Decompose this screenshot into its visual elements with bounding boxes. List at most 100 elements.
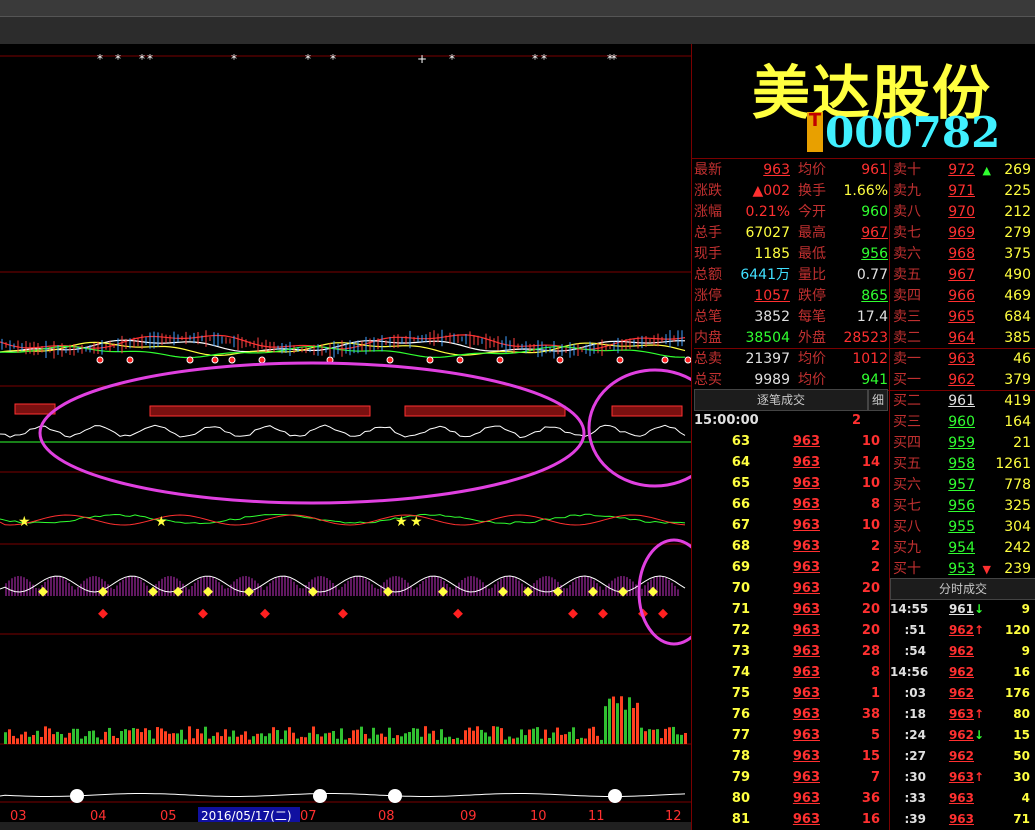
minute-row: :24 962 ↓ 15 [890, 725, 1034, 746]
star-icon: ★ [18, 514, 31, 530]
volume-bar [184, 739, 187, 744]
volume-bar [656, 729, 659, 744]
order-book-row[interactable]: 卖八 970 212 [893, 202, 1033, 223]
quote-label: 涨停 [694, 288, 722, 304]
star-marker: * [449, 52, 455, 66]
book-volume: 325 [1004, 498, 1031, 514]
indicator-line [0, 514, 686, 526]
detail-button[interactable]: 细 [868, 389, 888, 411]
minute-time: :30 [904, 770, 927, 784]
volume-bar [236, 736, 239, 744]
volume-bar [296, 738, 299, 744]
volume-bar [676, 734, 679, 744]
tick-price: 963 [792, 770, 820, 785]
book-price: 963 [948, 351, 975, 367]
volume-bar [272, 727, 275, 744]
minute-time: :27 [904, 749, 927, 763]
volume-bar [336, 738, 339, 744]
order-book-row[interactable]: 卖五 967 490 [893, 265, 1033, 286]
tick-seq: 64 [731, 455, 750, 470]
volume-bar [280, 739, 283, 744]
volume-bar [544, 729, 547, 744]
volume-bar [140, 732, 143, 744]
volume-bar [524, 735, 527, 744]
volume-bar [224, 729, 227, 744]
tick-first-time: 15:00:00 [694, 413, 759, 428]
tick-row: 67 963 10 [694, 515, 884, 536]
order-book-row[interactable]: 卖九 971 225 [893, 181, 1033, 202]
volume-bar [540, 738, 543, 744]
quote-row: 总手 67027 最高 967 [694, 223, 890, 244]
tick-price: 963 [792, 539, 820, 554]
volume-bar [440, 729, 443, 744]
order-book-row[interactable]: 卖三 965 684 [893, 307, 1033, 328]
quote-row: 涨幅 0.21% 今开 960 [694, 202, 890, 223]
volume-bar [52, 734, 55, 744]
kline-chart-area[interactable]: * * * * * * * + * * * * * ★ ★ ★ ★ 03 04 05 07 08 09 10 11 12 2016/… [0, 44, 691, 830]
minute-row: :39 963 71 [890, 809, 1034, 830]
book-label: 卖六 [893, 246, 921, 262]
minute-header[interactable]: 分时成交 [890, 578, 1035, 600]
bottom-tab-bar[interactable] [0, 822, 691, 830]
volume-bar [636, 702, 639, 744]
volume-bar [12, 735, 15, 744]
book-volume: 242 [1004, 540, 1031, 556]
volume-bar [120, 731, 123, 744]
order-book-row[interactable]: 买六 957 778 [893, 475, 1033, 496]
volume-bar [144, 728, 147, 744]
tick-header[interactable]: 逐笔成交 [694, 389, 868, 411]
minute-price: 963 [948, 791, 974, 805]
minute-price: 961 [948, 602, 974, 616]
quote-label: 最高 [798, 225, 826, 241]
order-book-row[interactable]: 买七 956 325 [893, 496, 1033, 517]
order-book-row[interactable]: 买八 955 304 [893, 517, 1033, 538]
order-book-row[interactable]: 买九 954 242 [893, 538, 1033, 559]
book-label: 卖九 [893, 183, 921, 199]
tick-volume: 20 [861, 602, 880, 617]
order-book-row[interactable]: 买十 953 ▼ 239 [893, 559, 1033, 580]
tick-volume: 7 [870, 770, 880, 785]
trend-arrow-icon: ↓ [974, 728, 985, 742]
tick-price: 963 [792, 602, 820, 617]
volume-bar [88, 731, 91, 744]
signal-dot [496, 356, 504, 364]
order-book-row[interactable]: 卖一 963 46 [893, 349, 1033, 370]
diamond-marker [588, 586, 598, 597]
minute-volume: 16 [1013, 665, 1030, 679]
quote-row: 总笔 3852 每笔 17.4 [694, 307, 890, 328]
tick-volume: 36 [861, 791, 880, 806]
volume-bar [340, 728, 343, 744]
volume-bar [172, 733, 175, 744]
volume-bar [76, 728, 79, 744]
quote-value: 961 [861, 162, 888, 178]
volume-bar [436, 739, 439, 744]
star-marker: * [231, 52, 237, 66]
volume-bar [672, 726, 675, 744]
order-book-row[interactable]: 卖七 969 279 [893, 223, 1033, 244]
volume-bar [664, 728, 667, 744]
minute-row: 14:56 962 16 [890, 662, 1034, 683]
order-book-row[interactable]: 卖六 968 375 [893, 244, 1033, 265]
order-book-row[interactable]: 卖四 966 469 [893, 286, 1033, 307]
book-price: 966 [948, 288, 975, 304]
minute-volume: 120 [1004, 623, 1030, 637]
order-book-row[interactable]: 卖十 972 ▲ 269 [893, 160, 1033, 181]
order-book-row[interactable]: 买五 958 1261 [893, 454, 1033, 475]
order-book-row[interactable]: 买二 961 419 [893, 391, 1033, 412]
indicator-chart-svg[interactable]: * * * * * * * + * * * **★ ★ ★ ★03 04 05 07 08 09 10 11 122016/… [0, 44, 691, 830]
order-book-row[interactable]: 买一 962 379 [893, 370, 1033, 391]
volume-bar [20, 734, 23, 744]
order-book-row[interactable]: 卖二 964 385 [893, 328, 1033, 349]
book-label: 买二 [893, 393, 921, 409]
minute-row: 14:55 961 ↓ 9 [890, 599, 1034, 620]
volume-bar [268, 733, 271, 744]
tick-price: 963 [792, 476, 820, 491]
tick-price: 963 [792, 749, 820, 764]
smiley-icon [313, 789, 327, 803]
indicator-band [611, 405, 683, 417]
order-book-row[interactable]: 买三 960 164 [893, 412, 1033, 433]
book-volume: 239 [1004, 561, 1031, 577]
volume-bar [264, 736, 267, 744]
order-book-row[interactable]: 买四 959 21 [893, 433, 1033, 454]
tick-seq: 76 [731, 707, 750, 722]
